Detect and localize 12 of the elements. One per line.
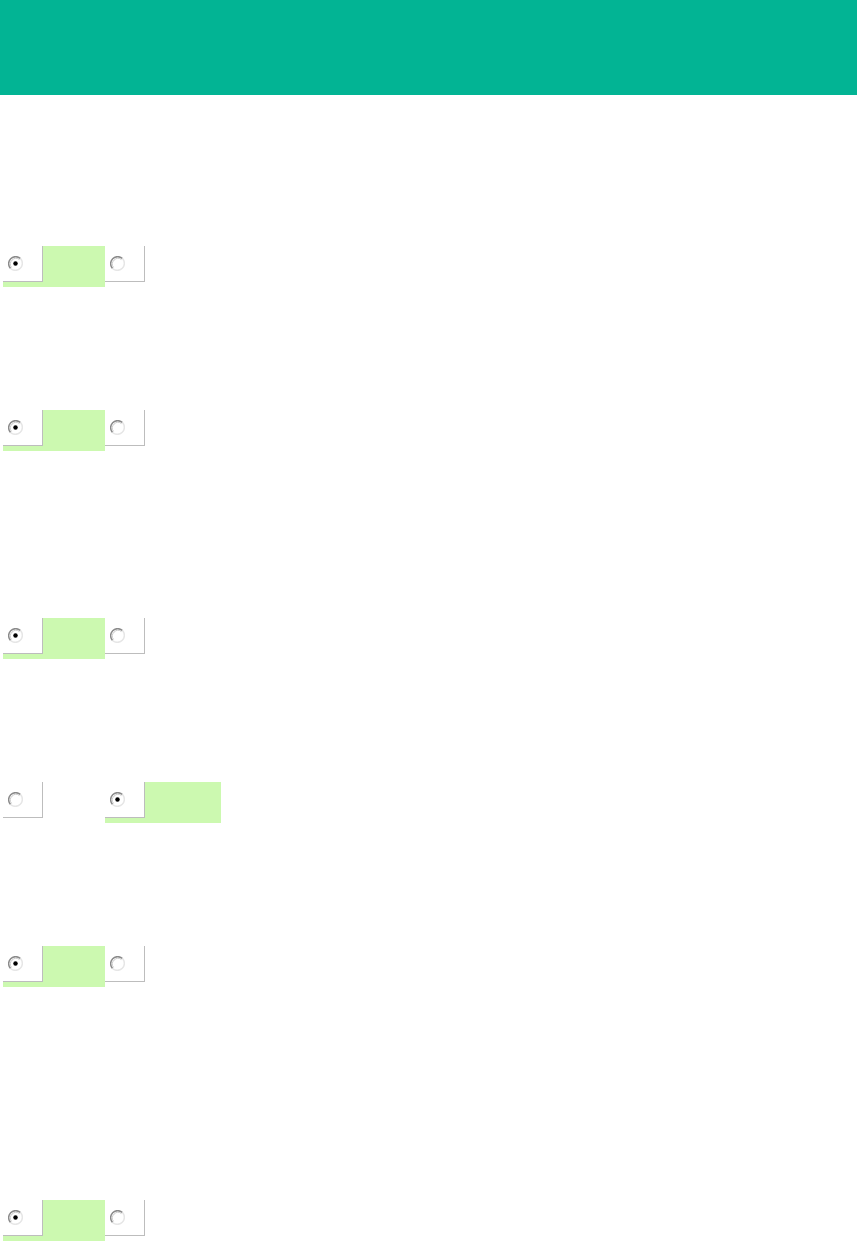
radio-button[interactable] — [110, 956, 125, 971]
radio-button[interactable] — [8, 792, 23, 807]
radio-button[interactable] — [8, 956, 23, 971]
radio-button[interactable] — [110, 628, 125, 643]
radio-button[interactable] — [110, 256, 125, 271]
radio-button[interactable] — [8, 1210, 23, 1225]
radio-button[interactable] — [8, 256, 23, 271]
radio-button[interactable] — [110, 792, 125, 807]
radio-button[interactable] — [110, 1210, 125, 1225]
radio-button[interactable] — [8, 420, 23, 435]
radio-button[interactable] — [8, 628, 23, 643]
radio-button[interactable] — [110, 420, 125, 435]
